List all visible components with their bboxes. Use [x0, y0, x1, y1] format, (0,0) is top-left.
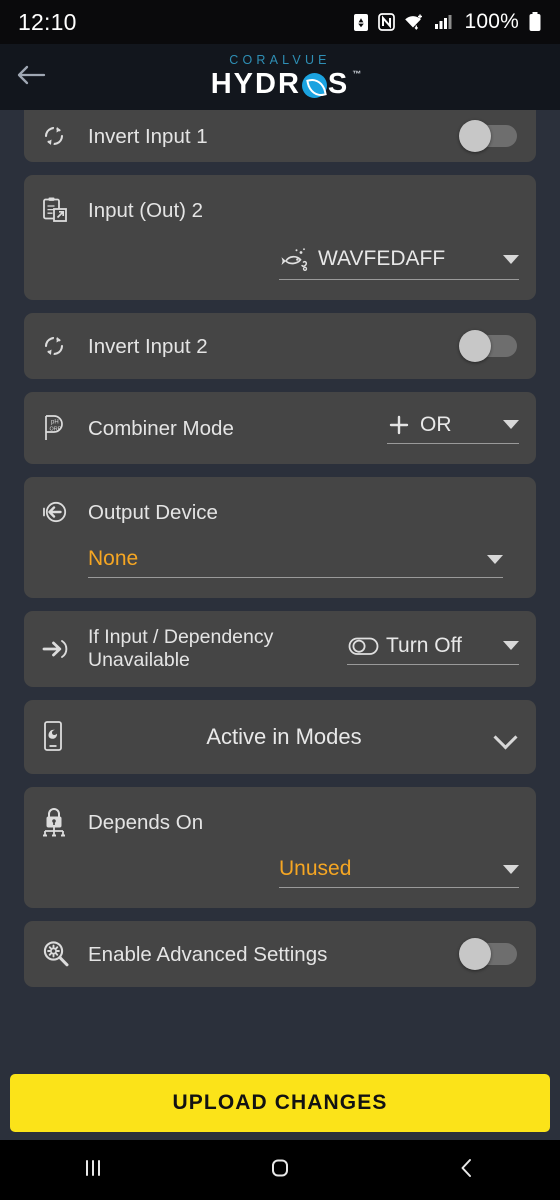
toggle-knob — [459, 938, 491, 970]
logo-hydr-text: HYDR — [210, 68, 301, 100]
nav-back-icon — [454, 1155, 480, 1186]
lock-dependency-icon — [41, 806, 81, 838]
chevron-down-icon — [487, 420, 519, 429]
dropdown-wrap-input-out-2: WAVFEDAFF — [41, 245, 519, 280]
home-button[interactable] — [235, 1140, 325, 1200]
device-wave-icon — [41, 720, 81, 754]
dropdown-wrap-output-device: None — [41, 547, 519, 578]
output-arrow-icon — [41, 499, 81, 525]
setting-card-input-out-2: Input (Out) 2 WAVFEDAFF — [24, 175, 536, 300]
toggle-enable-advanced-settings[interactable] — [459, 938, 517, 970]
dropdown-input-dependency-unavailable[interactable]: Turn Off — [347, 634, 519, 665]
phone-screen: 12:10 100% CORALVUE HYDR S ™ Invert Inpu… — [0, 0, 560, 1200]
data-saver-icon — [353, 12, 369, 32]
setting-label-active-in-modes: Active in Modes — [206, 724, 362, 749]
svg-text:ORP: ORP — [50, 427, 62, 433]
status-bar: 12:10 100% — [0, 0, 560, 44]
setting-label-combiner-mode: Combiner Mode — [88, 416, 234, 440]
ph-orp-probe-icon: pH ORP — [41, 413, 81, 443]
setting-label-input-dependency-unavailable: If Input / Dependency Unavailable — [88, 626, 274, 671]
setting-label-enable-advanced-settings: Enable Advanced Settings — [88, 942, 328, 966]
android-nav-bar — [0, 1140, 560, 1200]
setting-card-input-dependency-unavailable: If Input / Dependency Unavailable Turn O… — [24, 611, 536, 687]
setting-card-output-device: Output Device None — [24, 477, 536, 598]
nav-back-button[interactable] — [422, 1140, 512, 1200]
chevron-down-icon — [493, 641, 519, 650]
nfc-icon — [378, 12, 396, 32]
chevron-down-icon — [487, 254, 519, 264]
input-arrow-icon — [41, 636, 81, 662]
dropdown-value-combiner-mode: OR — [420, 412, 452, 436]
status-clock: 12:10 — [18, 8, 77, 35]
wifi-icon — [404, 12, 425, 32]
dropdown-value-input-dependency-unavailable: Turn Off — [386, 633, 462, 657]
recents-button[interactable] — [48, 1140, 138, 1200]
setting-card-invert-input-1: Invert Input 1 — [24, 110, 536, 162]
clipboard-output-icon — [41, 196, 81, 224]
status-icon-tray: 100% — [353, 10, 542, 34]
toggle-invert-input-2[interactable] — [459, 330, 517, 362]
upload-changes-button[interactable]: UPLOAD CHANGES — [10, 1074, 550, 1132]
dropdown-output-device[interactable]: None — [88, 547, 503, 578]
battery-percent-label: 100% — [464, 10, 519, 33]
app-bar: CORALVUE HYDR S ™ — [0, 44, 560, 110]
toggle-knob — [459, 330, 491, 362]
toggle-knob — [459, 120, 491, 152]
setting-label-input-out-2: Input (Out) 2 — [88, 198, 204, 222]
trademark-symbol: ™ — [352, 69, 362, 79]
chevron-down-icon — [471, 554, 503, 564]
setting-label-invert-input-2: Invert Input 2 — [88, 334, 208, 358]
setting-label-invert-input-1: Invert Input 1 — [88, 124, 208, 148]
dropdown-depends-on[interactable]: Unused — [279, 857, 519, 888]
setting-label-output-device: Output Device — [88, 500, 218, 524]
settings-list[interactable]: Invert Input 1 Input (Out) 2 WAVFEDAFF I… — [0, 110, 560, 1074]
leaf-badge-icon — [301, 73, 327, 98]
back-button[interactable] — [0, 44, 62, 110]
toggle-outline-icon — [347, 634, 381, 658]
chevron-down-icon[interactable] — [493, 724, 519, 750]
setting-card-active-in-modes[interactable]: Active in Modes — [24, 700, 536, 774]
home-icon — [267, 1155, 293, 1186]
setting-label-depends-on: Depends On — [88, 810, 204, 834]
dropdown-value-input-out-2: WAVFEDAFF — [318, 247, 446, 270]
refresh-invert-icon — [41, 333, 81, 359]
fish-icon — [279, 245, 309, 273]
svg-text:pH: pH — [51, 420, 59, 426]
recents-icon — [80, 1155, 106, 1186]
setting-card-enable-advanced-settings: Enable Advanced Settings — [24, 921, 536, 987]
logo-coralvue-text: CORALVUE — [229, 53, 331, 67]
plus-icon — [387, 413, 411, 437]
battery-icon — [528, 11, 542, 33]
logo-s-text: S — [327, 68, 350, 100]
dropdown-wrap-depends-on: Unused — [41, 857, 519, 888]
dropdown-combiner-mode[interactable]: OR — [387, 413, 519, 444]
setting-card-combiner-mode: pH ORP Combiner Mode OR — [24, 392, 536, 464]
setting-card-depends-on: Depends On Unused — [24, 787, 536, 908]
magnifier-gear-icon — [41, 939, 81, 969]
refresh-invert-icon — [41, 123, 81, 149]
dropdown-value-depends-on: Unused — [279, 857, 352, 880]
chevron-down-icon — [487, 864, 519, 874]
dropdown-value-output-device: None — [88, 547, 139, 570]
setting-card-invert-input-2: Invert Input 2 — [24, 313, 536, 379]
toggle-invert-input-1[interactable] — [459, 120, 517, 152]
logo-hydros-text: HYDR S ™ — [210, 68, 362, 101]
app-logo: CORALVUE HYDR S ™ — [0, 53, 560, 101]
back-arrow-icon — [16, 62, 46, 93]
cellular-signal-icon — [434, 12, 453, 32]
dropdown-input-out-2[interactable]: WAVFEDAFF — [279, 245, 519, 280]
